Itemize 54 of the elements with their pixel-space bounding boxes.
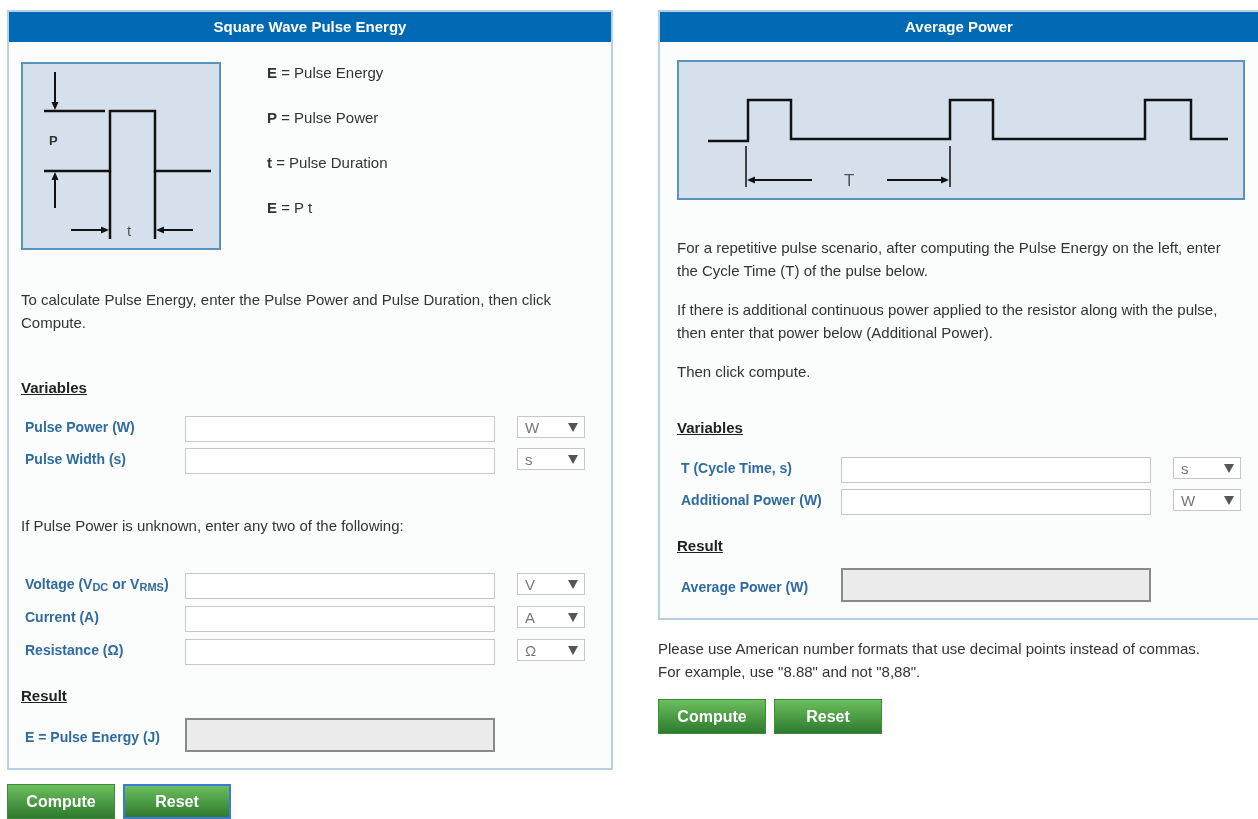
unit-select[interactable]: Ω (517, 639, 585, 661)
input-field[interactable] (185, 448, 495, 474)
legend-line: E = P t (267, 198, 314, 217)
input-field[interactable] (841, 489, 1151, 515)
result-heading: Result (677, 537, 723, 554)
field-label: Resistance (Ω) (24, 641, 125, 659)
instructions-text: Then click compute. (677, 362, 812, 382)
input-field[interactable] (185, 416, 495, 442)
reset-button[interactable]: Reset (123, 784, 231, 819)
period-label: T (844, 171, 855, 190)
caret-icon (568, 612, 578, 622)
unit-select[interactable]: W (1173, 489, 1241, 511)
caret-icon (568, 454, 578, 464)
caret-icon (568, 422, 578, 432)
unit-select[interactable]: W (517, 416, 585, 438)
instructions-text: For a repetitive pulse scenario, after computing the Pulse Energy on the left, enter the Cycle Time (T) of the pulse below. (677, 238, 1222, 281)
unit-select[interactable]: s (517, 448, 585, 470)
field-label: Voltage (V$_{DC}$ or V$_{RMS}$) (24, 575, 170, 595)
panel-title: Average Power (660, 12, 1258, 42)
unit-select[interactable]: A (517, 606, 585, 628)
compute-button[interactable]: Compute (658, 699, 766, 734)
reset-button[interactable]: Reset (774, 699, 882, 734)
caret-icon (568, 579, 578, 589)
field-label: Pulse Power (W) (24, 418, 136, 436)
width-label: t (127, 222, 132, 239)
field-label: Current (A) (24, 608, 100, 626)
variables-heading: Variables (677, 419, 743, 436)
panel-title: Square Wave Pulse Energy (9, 12, 611, 42)
input-field[interactable] (841, 457, 1151, 483)
result-heading: Result (21, 687, 67, 704)
format-note: Please use American number formats that use decimal points instead of commas. (658, 639, 1201, 659)
height-label: P (49, 133, 58, 148)
legend-line: P = Pulse Power (267, 108, 380, 127)
instructions-text: If there is additional continuous power applied to the resistor along with the pulse, then enter that power below (Additional Power). (677, 300, 1219, 343)
legend-line: t = Pulse Duration (267, 153, 388, 172)
unit-select[interactable]: s (1173, 457, 1241, 479)
alternative-note: If Pulse Power is unknown, enter any two of the following: (21, 516, 405, 536)
input-field[interactable] (185, 606, 495, 632)
result-label: E = Pulse Energy (J) (24, 728, 161, 746)
field-label: T (Cycle Time, s) (680, 459, 793, 477)
input-field[interactable] (185, 639, 495, 665)
compute-button[interactable]: Compute (7, 784, 115, 819)
unit-select[interactable]: V (517, 573, 585, 595)
format-note: For example, use "8.88" and not "8,88". (658, 662, 922, 682)
variables-heading: Variables (21, 379, 87, 396)
input-field[interactable] (185, 573, 495, 599)
result-label: Average Power (W) (680, 578, 810, 596)
instructions-text: To calculate Pulse Energy, enter the Pulse Power and Pulse Duration, then click Compute. (21, 290, 552, 333)
legend-line: E = Pulse Energy (267, 63, 385, 82)
field-label: Pulse Width (s) (24, 450, 127, 468)
caret-icon (1224, 495, 1234, 505)
caret-icon (1224, 463, 1234, 473)
caret-icon (568, 645, 578, 655)
field-label: Additional Power (W) (680, 491, 823, 509)
